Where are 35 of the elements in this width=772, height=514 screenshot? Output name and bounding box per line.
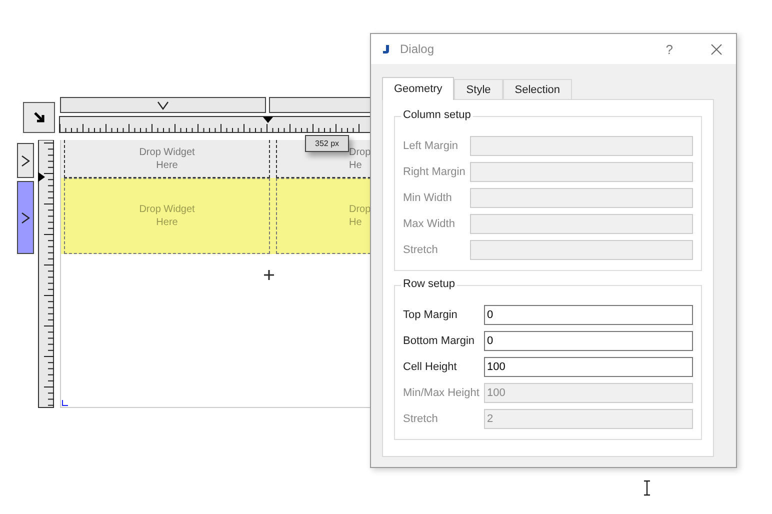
field-label: Min/Max Height (403, 387, 480, 399)
field-label: Max Width (403, 218, 456, 230)
window-title: Dialog (400, 42, 436, 56)
field-label: Min Width (403, 192, 453, 204)
plus-icon (264, 270, 274, 280)
field-label: Left Margin (403, 140, 460, 152)
group-title: Row setup (401, 278, 457, 290)
corner-mark-icon (62, 400, 68, 406)
tab[interactable]: Selection (502, 79, 572, 99)
field-label: Cell Height (403, 361, 458, 373)
input-field[interactable]: 100 (484, 357, 693, 377)
app-logo-icon (383, 44, 392, 54)
group-title: Column setup (401, 109, 473, 121)
close-icon[interactable] (711, 44, 722, 54)
chevron-right-icon (21, 212, 30, 224)
tab[interactable]: Geometry (382, 77, 454, 100)
text-cursor-icon (643, 480, 651, 496)
size-tooltip: 352 px (305, 135, 350, 152)
field-label: Top Margin (403, 309, 458, 321)
field-label: Stretch (403, 413, 439, 425)
input-field[interactable]: 0 (484, 331, 693, 351)
tab[interactable]: Style (454, 79, 503, 99)
column-header-button[interactable] (60, 97, 266, 113)
chevron-down-icon (157, 100, 169, 110)
field-label: Stretch (403, 244, 439, 256)
column-header-button[interactable] (269, 97, 373, 113)
row-header-button[interactable] (17, 143, 34, 178)
field-label: Right Margin (403, 166, 466, 178)
corner-button[interactable] (23, 102, 55, 133)
drop-cell: Drop Widget Here (64, 178, 270, 254)
arrow-down-right-icon (32, 111, 46, 124)
input-field[interactable]: 0 (484, 305, 693, 325)
chevron-right-icon (21, 154, 30, 166)
help-button[interactable]: ? (666, 42, 673, 56)
field-label: Bottom Margin (403, 335, 476, 347)
